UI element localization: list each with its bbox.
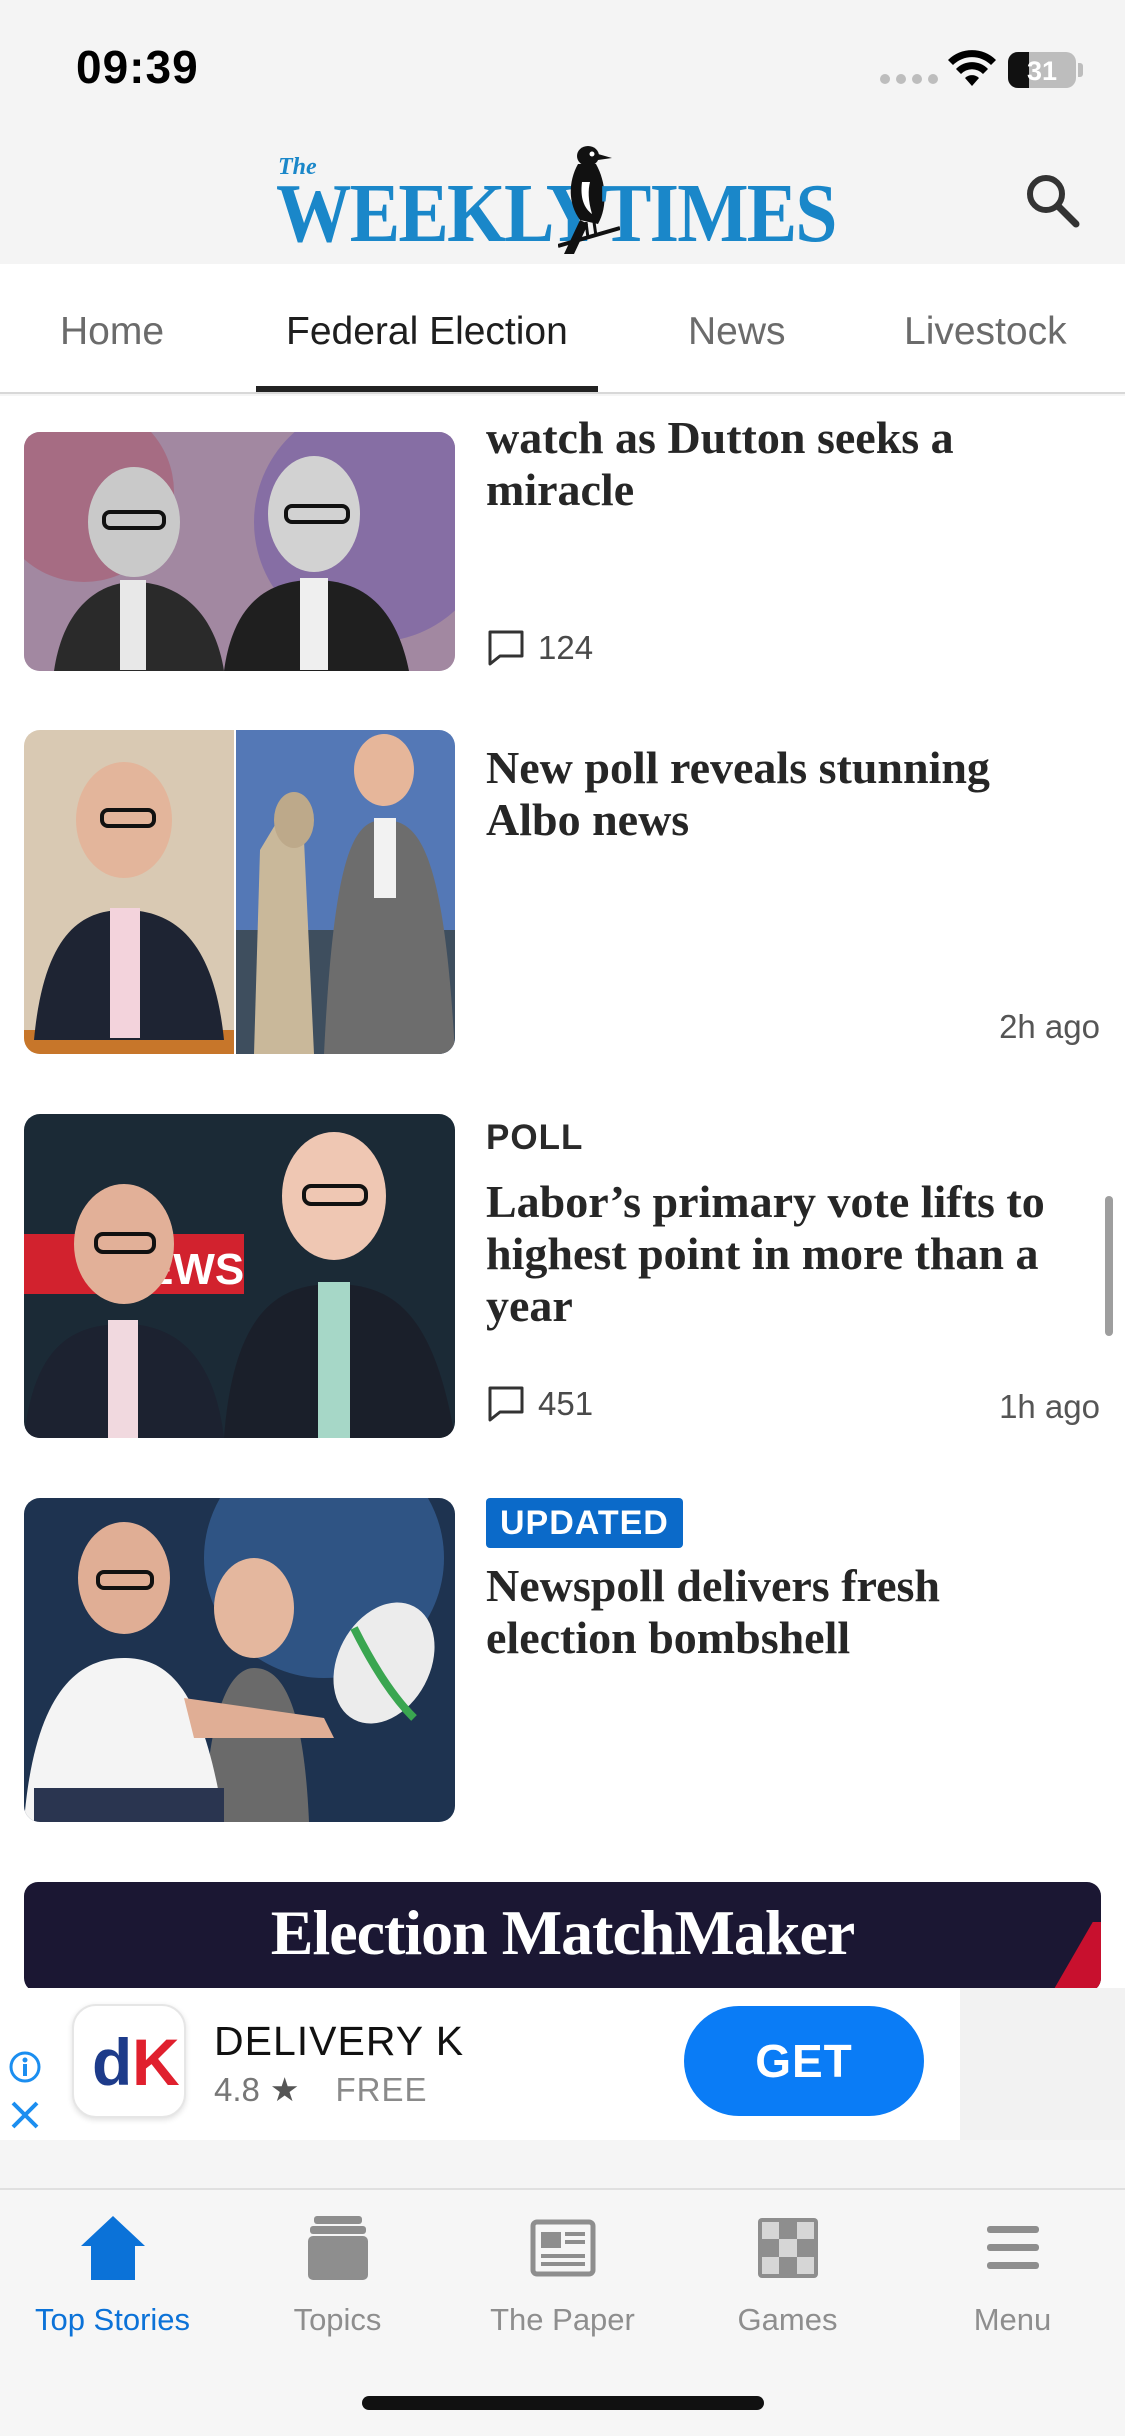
search-icon[interactable] [1020,168,1084,232]
checker-icon [757,2218,818,2278]
comment-count[interactable]: 124 [486,628,593,668]
ad-info-icon[interactable] [8,2050,42,2084]
battery-tip [1078,63,1083,77]
ad-rating: 4.8 ★ FREE [214,2070,427,2109]
nav-topics[interactable]: Topics [225,2212,450,2338]
story-thumbnail[interactable]: EWS [24,1114,455,1438]
bottom-spacer [0,2140,1125,2188]
comment-icon [488,630,524,666]
ad-app-name[interactable]: DELIVERY K [214,2018,464,2065]
scrollbar[interactable] [1105,1196,1113,1336]
promo-title: Election MatchMaker [270,1897,856,1968]
story-thumbnail[interactable] [24,730,455,1054]
stack-icon [307,2216,368,2280]
section-tabs: Home Federal Election News Livestock [0,264,1125,394]
nav-top-stories[interactable]: Top Stories [0,2212,225,2338]
status-bar: 09:39 31 [0,0,1125,130]
ad-rating-value: 4.8 [214,2070,260,2108]
app-logo-k: K [132,2025,180,2099]
app-logo-d: d [92,2025,133,2099]
story-timestamp: 2h ago [999,1008,1100,1045]
cellular-signal-icon [880,74,938,84]
story-headline[interactable]: New poll reveals stunning Albo news [486,742,1086,846]
story-thumbnail[interactable] [24,1498,455,1822]
nav-the-paper[interactable]: The Paper [450,2212,675,2338]
story-card[interactable]: New poll reveals stunning Albo news 2h a… [0,730,1125,1060]
tab-news[interactable]: News [688,310,786,354]
comment-count-value: 124 [538,629,594,666]
story-kicker: POLL [486,1118,584,1157]
ad-banner-margin [960,1988,1125,2140]
ad-get-button[interactable]: GET [684,2006,924,2116]
nav-label: The Paper [490,2302,635,2337]
status-time: 09:39 [76,41,199,93]
ad-close-icon[interactable] [8,2098,42,2132]
story-image [24,432,455,671]
wifi-icon [948,50,996,86]
story-card[interactable]: UPDATED Newspoll delivers fresh election… [0,1498,1125,1828]
updated-badge: UPDATED [486,1498,683,1548]
story-thumbnail[interactable] [24,432,455,671]
battery-icon: 31 [1008,52,1076,88]
story-card[interactable]: watch as Dutton seeks a miracle 124 [0,396,1125,696]
story-card[interactable]: EWS POLL Labor’s primary vote lifts to h… [0,1114,1125,1444]
story-headline[interactable]: Newspoll delivers fresh election bombshe… [486,1560,1086,1664]
comment-icon [488,1386,524,1422]
tab-federal-election[interactable]: Federal Election [286,310,568,354]
story-feed[interactable]: watch as Dutton seeks a miracle 124 New … [0,396,1125,1988]
nav-label: Games [737,2302,838,2337]
story-image [24,730,455,1054]
masthead-word-weekly: WEEKLY [276,167,600,260]
battery-level: 31 [1026,56,1058,86]
tab-livestock[interactable]: Livestock [904,310,1067,354]
hamburger-icon [986,2226,1039,2269]
comment-count-value: 451 [538,1385,594,1422]
active-tab-indicator [256,386,598,392]
nav-label: Topics [293,2302,382,2337]
masthead-word-times: TIMES [601,167,837,260]
ad-app-icon[interactable]: d K [72,2004,186,2118]
masthead-logo[interactable]: The WEEKLY TIMES [276,142,850,260]
house-icon [80,2216,145,2280]
story-headline[interactable]: watch as Dutton seeks a miracle [486,412,1086,516]
story-image [24,1498,455,1822]
story-image: EWS [24,1114,455,1438]
nav-games[interactable]: Games [675,2212,900,2338]
ad-price: FREE [335,2070,428,2108]
newspaper-icon [530,2219,595,2277]
election-matchmaker-banner[interactable]: Election MatchMaker [24,1882,1101,1988]
comment-count[interactable]: 451 [486,1384,593,1424]
story-timestamp: 1h ago [999,1388,1100,1425]
nav-label: Menu [973,2302,1052,2337]
app-header: The WEEKLY TIMES [0,130,1125,264]
home-indicator[interactable] [362,2396,764,2410]
nav-menu[interactable]: Menu [900,2212,1125,2338]
star-icon: ★ [269,2071,300,2108]
story-headline[interactable]: Labor’s primary vote lifts to highest po… [486,1176,1086,1332]
nav-label: Top Stories [34,2302,191,2337]
tab-home[interactable]: Home [60,310,164,354]
